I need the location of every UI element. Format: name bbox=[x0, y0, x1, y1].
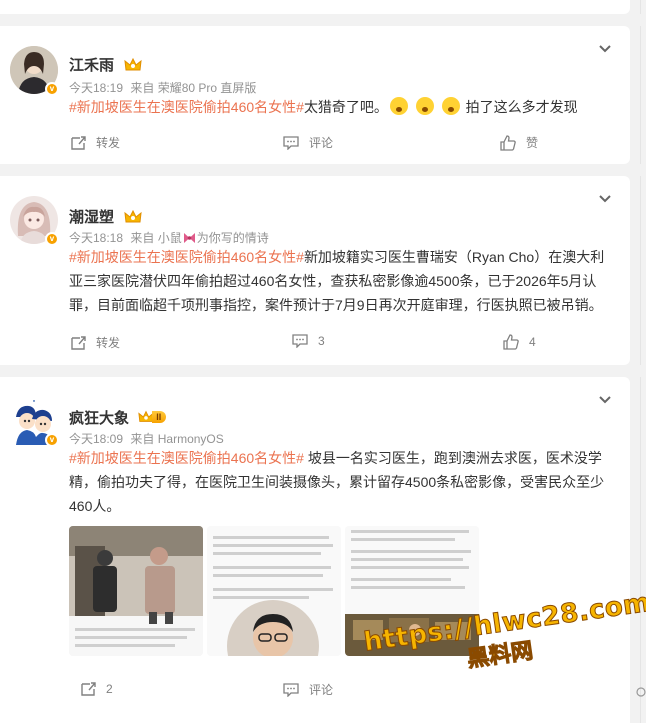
like-button[interactable]: 赞 bbox=[500, 134, 538, 151]
previous-post-card-bottom bbox=[0, 0, 630, 14]
comment-button[interactable]: 评论 bbox=[283, 681, 333, 698]
surprised-emoji-icon bbox=[389, 97, 408, 115]
username[interactable]: 潮湿塑 bbox=[69, 206, 142, 227]
chevron-down-icon[interactable] bbox=[598, 42, 612, 56]
post-actions: 2 评论 bbox=[0, 681, 630, 701]
post-card: v 潮湿塑 今天18:18 来自 小鼠 为你写的情诗 #新加坡医生在澳医院偷拍46… bbox=[0, 176, 630, 365]
bow-icon bbox=[183, 233, 195, 243]
post-meta: 今天18:18 来自 小鼠 为你写的情诗 bbox=[69, 231, 269, 245]
post-source: 荣耀80 Pro 直屏版 bbox=[157, 81, 257, 95]
surprised-emoji-icon bbox=[415, 97, 434, 115]
comment-icon bbox=[292, 334, 308, 348]
post-text: #新加坡医生在澳医院偷拍460名女性# 坡县一名实习医生，跑到澳洲去求医，医术没… bbox=[69, 450, 605, 514]
comment-button[interactable]: 3 bbox=[292, 334, 325, 348]
post-source: 小鼠 bbox=[157, 231, 182, 245]
post-source: HarmonyOS bbox=[157, 432, 224, 446]
topic-link[interactable]: #新加坡医生在澳医院偷拍460名女性# bbox=[69, 450, 304, 466]
verified-badge-icon: v bbox=[45, 433, 59, 447]
username[interactable]: 疯狂大象 II bbox=[69, 407, 167, 428]
post-time[interactable]: 今天18:19 bbox=[69, 81, 123, 95]
like-count: 4 bbox=[529, 335, 536, 349]
repost-count: 2 bbox=[106, 682, 113, 696]
crown-icon bbox=[124, 209, 142, 223]
member-level-badge: II bbox=[138, 409, 167, 425]
verified-badge-icon: v bbox=[45, 232, 59, 246]
post-time[interactable]: 今天18:09 bbox=[69, 432, 123, 446]
chevron-down-icon[interactable] bbox=[598, 192, 612, 206]
chevron-down-icon[interactable] bbox=[598, 393, 612, 407]
repost-icon bbox=[71, 335, 86, 350]
repost-button[interactable]: 转发 bbox=[70, 334, 120, 351]
repost-button[interactable]: 转发 bbox=[70, 134, 120, 151]
repost-icon bbox=[81, 682, 96, 696]
svg-text:": " bbox=[32, 399, 35, 407]
post-meta: 今天18:09 来自 HarmonyOS bbox=[69, 432, 224, 446]
like-icon bbox=[503, 334, 519, 350]
like-icon bbox=[500, 134, 516, 151]
post-image[interactable] bbox=[69, 526, 203, 656]
post-meta: 今天18:19 来自 荣耀80 Pro 直屏版 bbox=[69, 81, 257, 95]
comment-icon bbox=[283, 682, 299, 697]
surprised-emoji-icon bbox=[441, 97, 460, 115]
crown-icon bbox=[124, 57, 142, 71]
post-text: #新加坡医生在澳医院偷拍460名女性#新加坡籍实习医生曹瑞安（Ryan Cho）… bbox=[69, 249, 605, 313]
post-text: #新加坡医生在澳医院偷拍460名女性#太猎奇了吧。 拍了这么多才发现 bbox=[69, 97, 578, 115]
topic-link[interactable]: #新加坡医生在澳医院偷拍460名女性# bbox=[69, 99, 304, 115]
verified-badge-icon: v bbox=[45, 82, 59, 96]
username[interactable]: 江禾雨 bbox=[69, 54, 142, 75]
feed-side-icon bbox=[636, 687, 646, 697]
comment-count: 3 bbox=[318, 334, 325, 348]
post-actions: 转发 3 4 bbox=[0, 334, 630, 354]
topic-link[interactable]: #新加坡医生在澳医院偷拍460名女性# bbox=[69, 249, 304, 265]
post-time[interactable]: 今天18:18 bbox=[69, 231, 123, 245]
comment-button[interactable]: 评论 bbox=[283, 134, 333, 151]
post-actions: 转发 评论 赞 bbox=[0, 134, 630, 154]
post-image[interactable] bbox=[207, 526, 341, 656]
post-card: v 江禾雨 今天18:19 来自 荣耀80 Pro 直屏版 #新加坡医生在澳医院… bbox=[0, 26, 630, 164]
comment-icon bbox=[283, 135, 299, 150]
like-button[interactable]: 4 bbox=[503, 334, 536, 350]
repost-icon bbox=[71, 135, 86, 150]
repost-button[interactable]: 2 bbox=[80, 681, 113, 697]
